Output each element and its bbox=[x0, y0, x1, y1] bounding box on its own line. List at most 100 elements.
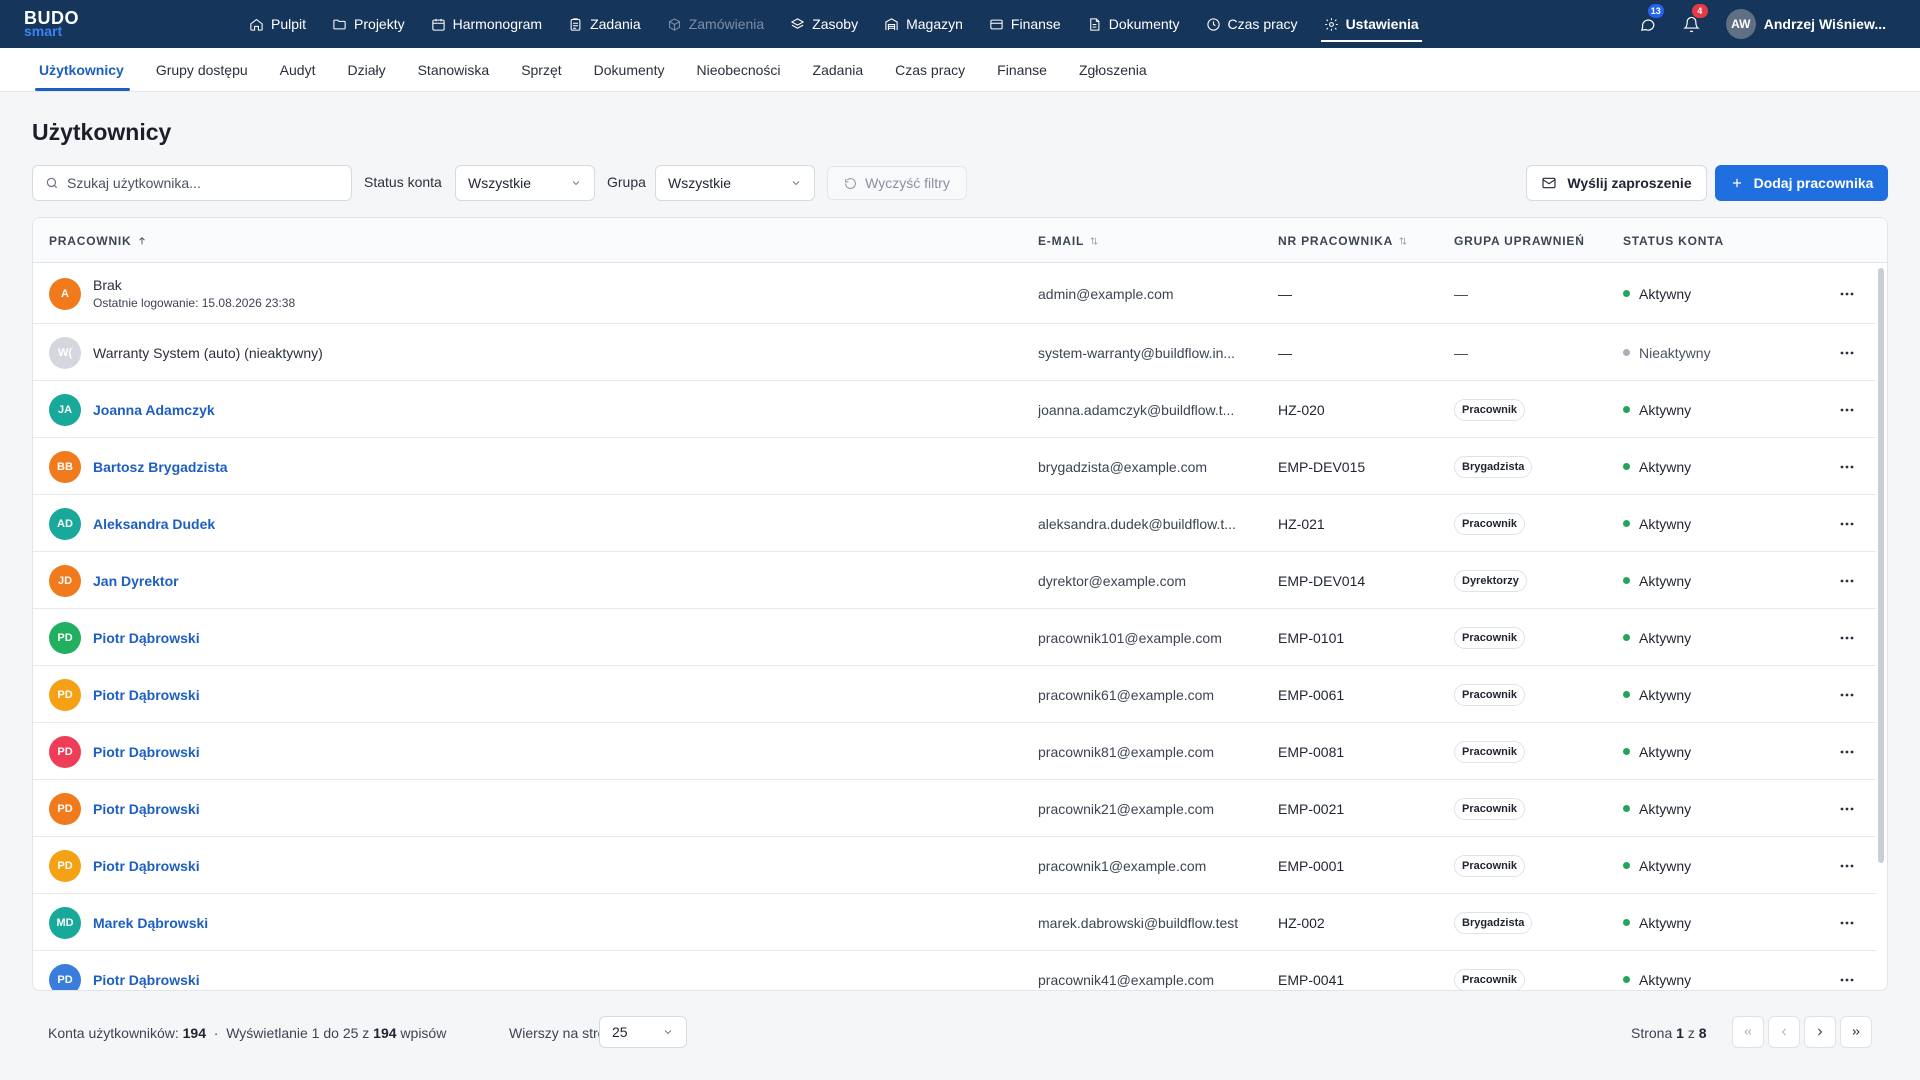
employee-name[interactable]: Joanna Adamczyk bbox=[93, 402, 215, 418]
sort-asc-icon bbox=[138, 237, 145, 245]
rows-per-page-select[interactable]: 25 bbox=[599, 1016, 687, 1048]
user-menu[interactable]: AW Andrzej Wiśniew... bbox=[1714, 9, 1920, 39]
nav-item-1[interactable]: Projekty bbox=[319, 0, 418, 48]
user-name: Andrzej Wiśniew... bbox=[1763, 16, 1886, 32]
nav-item-6[interactable]: Magazyn bbox=[871, 0, 976, 48]
last-page-button[interactable] bbox=[1840, 1016, 1872, 1048]
row-actions-button[interactable] bbox=[1837, 400, 1857, 420]
tab-4[interactable]: Stanowiska bbox=[402, 48, 506, 91]
notifications-button[interactable]: 4 bbox=[1670, 0, 1714, 48]
status-badge: Aktywny bbox=[1639, 686, 1692, 703]
nav-item-8[interactable]: Dokumenty bbox=[1074, 0, 1193, 48]
employee-name[interactable]: Aleksandra Dudek bbox=[93, 516, 215, 532]
row-actions-button[interactable] bbox=[1837, 343, 1857, 363]
employee-name[interactable]: Piotr Dąbrowski bbox=[93, 972, 200, 988]
clear-filters-button[interactable]: Wyczyść filtry bbox=[827, 166, 967, 200]
table-row[interactable]: PD Piotr Dąbrowski pracownik81@example.com… bbox=[33, 723, 1876, 780]
next-page-button[interactable] bbox=[1804, 1016, 1836, 1048]
row-actions-button[interactable] bbox=[1837, 856, 1857, 876]
employee-name[interactable]: Piotr Dąbrowski bbox=[93, 801, 200, 817]
more-horizontal-icon bbox=[1840, 978, 1854, 981]
app-logo[interactable]: BUDO smart bbox=[0, 0, 180, 48]
send-invite-button[interactable]: Wyślij zaproszenie bbox=[1526, 165, 1707, 201]
table-row[interactable]: JA Joanna Adamczyk joanna.adamczyk@buildfl… bbox=[33, 381, 1876, 438]
status-cell: Aktywny bbox=[1623, 858, 1691, 874]
employee-number-cell: — bbox=[1278, 285, 1292, 302]
table-row[interactable]: MD Marek Dąbrowski marek.dabrowski@buildfl… bbox=[33, 894, 1876, 951]
status-filter-select[interactable]: Wszystkie bbox=[455, 165, 595, 201]
row-actions-button[interactable] bbox=[1837, 685, 1857, 705]
table-row[interactable]: PD Piotr Dąbrowski pracownik1@example.com E… bbox=[33, 837, 1876, 894]
employee-name[interactable]: Bartosz Brygadzista bbox=[93, 459, 228, 475]
tab-3[interactable]: Działy bbox=[331, 48, 401, 91]
row-actions-button[interactable] bbox=[1837, 457, 1857, 477]
tab-6[interactable]: Dokumenty bbox=[578, 48, 681, 91]
more-horizontal-icon bbox=[1840, 636, 1854, 639]
status-badge: Aktywny bbox=[1639, 458, 1692, 475]
nav-item-5[interactable]: Zasoby bbox=[777, 0, 871, 48]
table-row[interactable]: PD Piotr Dąbrowski pracownik21@example.com… bbox=[33, 780, 1876, 837]
table-row[interactable]: PD Piotr Dąbrowski pracownik101@example.co… bbox=[33, 609, 1876, 666]
tab-0[interactable]: Użytkownicy bbox=[23, 48, 140, 91]
table-row[interactable]: A Brak Ostatnie logowanie: 15.08.2026 23:3… bbox=[33, 263, 1876, 324]
employee-name[interactable]: Piotr Dąbrowski bbox=[93, 744, 200, 760]
employee-name[interactable]: Piotr Dąbrowski bbox=[93, 630, 200, 646]
employee-name[interactable]: Piotr Dąbrowski bbox=[93, 687, 200, 703]
permission-group-cell: Pracownik bbox=[1454, 854, 1526, 877]
nav-item-10[interactable]: Ustawienia bbox=[1311, 0, 1432, 48]
employee-name[interactable]: Jan Dyrektor bbox=[93, 573, 179, 589]
last-login-text: Ostatnie logowanie: 15.08.2026 23:38 bbox=[93, 295, 296, 310]
add-employee-button[interactable]: Dodaj pracownika bbox=[1715, 165, 1888, 201]
employee-name[interactable]: Marek Dąbrowski bbox=[93, 915, 208, 931]
row-actions-button[interactable] bbox=[1837, 284, 1857, 304]
status-badge: Aktywny bbox=[1639, 743, 1692, 760]
nav-item-9[interactable]: Czas pracy bbox=[1193, 0, 1311, 48]
search-input[interactable] bbox=[67, 175, 337, 191]
main-nav: Pulpit Projekty Harmonogram Zadania Zamówien… bbox=[236, 0, 1432, 48]
nav-item-2[interactable]: Harmonogram bbox=[418, 0, 555, 48]
group-badge: Dyrektorzy bbox=[1454, 569, 1527, 592]
status-dot-icon bbox=[1623, 748, 1630, 755]
row-actions-button[interactable] bbox=[1837, 514, 1857, 534]
avatar: PD bbox=[49, 678, 81, 711]
column-email[interactable]: E-MAIL bbox=[1038, 234, 1099, 248]
tab-7[interactable]: Nieobecności bbox=[680, 48, 796, 91]
table-row[interactable]: AD Aleksandra Dudek aleksandra.dudek@build… bbox=[33, 495, 1876, 552]
status-badge: Aktywny bbox=[1639, 971, 1692, 988]
tab-10[interactable]: Finanse bbox=[981, 48, 1063, 91]
column-employee-number[interactable]: NR PRACOWNIKA bbox=[1278, 234, 1408, 248]
search-box[interactable] bbox=[32, 165, 352, 201]
nav-item-7[interactable]: Finanse bbox=[976, 0, 1074, 48]
nav-item-0[interactable]: Pulpit bbox=[236, 0, 319, 48]
table-scrollbar[interactable] bbox=[1878, 268, 1884, 863]
row-actions-button[interactable] bbox=[1837, 970, 1857, 990]
employee-name: Brak bbox=[93, 276, 122, 293]
permission-group-cell: Pracownik bbox=[1454, 797, 1526, 820]
row-actions-button[interactable] bbox=[1837, 571, 1857, 591]
status-cell: Aktywny bbox=[1623, 744, 1691, 760]
tab-1[interactable]: Grupy dostępu bbox=[140, 48, 264, 91]
messages-button[interactable]: 13 bbox=[1626, 0, 1670, 48]
first-page-button[interactable] bbox=[1732, 1016, 1764, 1048]
tab-11[interactable]: Zgłoszenia bbox=[1063, 48, 1163, 91]
table-row[interactable]: PD Piotr Dąbrowski pracownik61@example.com… bbox=[33, 666, 1876, 723]
table-row[interactable]: BB Bartosz Brygadzista brygadzista@example… bbox=[33, 438, 1876, 495]
table-row[interactable]: W(Warranty System (auto) (nieaktywny) sys… bbox=[33, 324, 1876, 381]
table-row[interactable]: PD Piotr Dąbrowski pracownik41@example.com… bbox=[33, 951, 1876, 990]
row-actions-button[interactable] bbox=[1837, 742, 1857, 762]
row-actions-button[interactable] bbox=[1837, 628, 1857, 648]
group-filter-label: Grupa bbox=[607, 174, 646, 190]
column-employee[interactable]: PRACOWNIK bbox=[49, 234, 147, 248]
tab-8[interactable]: Zadania bbox=[797, 48, 880, 91]
row-actions-button[interactable] bbox=[1837, 913, 1857, 933]
nav-item-4[interactable]: Zamówienia bbox=[654, 0, 777, 48]
tab-2[interactable]: Audyt bbox=[264, 48, 332, 91]
row-actions-button[interactable] bbox=[1837, 799, 1857, 819]
group-filter-select[interactable]: Wszystkie bbox=[655, 165, 815, 201]
employee-name[interactable]: Piotr Dąbrowski bbox=[93, 858, 200, 874]
table-row[interactable]: JD Jan Dyrektor dyrektor@example.com EMP-DE… bbox=[33, 552, 1876, 609]
prev-page-button[interactable] bbox=[1768, 1016, 1800, 1048]
tab-5[interactable]: Sprzęt bbox=[505, 48, 577, 91]
nav-item-3[interactable]: Zadania bbox=[555, 0, 654, 48]
tab-9[interactable]: Czas pracy bbox=[879, 48, 981, 91]
